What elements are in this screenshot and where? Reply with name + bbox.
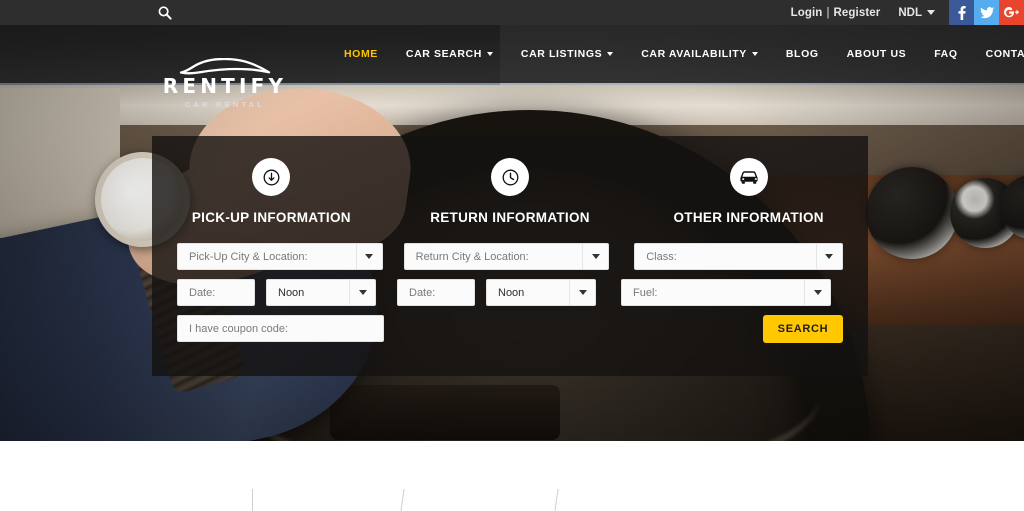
page-root: Login | Register NDL RENTIFY CAR RENTAL … xyxy=(0,0,1024,511)
auth-separator: | xyxy=(826,6,830,19)
nav-label: CAR LISTINGS xyxy=(520,48,603,60)
chevron-down-icon xyxy=(355,244,382,269)
main-navigation: HOME CAR SEARCH CAR LISTINGS CAR AVAILAB… xyxy=(330,25,1024,83)
booking-form: Pick-Up City & Location: Return City & L… xyxy=(177,243,843,352)
pickup-time-select[interactable]: Noon xyxy=(266,279,376,306)
language-label: NDL xyxy=(898,6,922,19)
booking-search-panel: PICK-UP INFORMATION RETURN INFORMATION O… xyxy=(152,136,868,376)
language-selector[interactable]: NDL xyxy=(898,0,935,25)
register-link[interactable]: Register xyxy=(834,7,881,19)
car-front-icon xyxy=(729,158,768,196)
pickup-date-input[interactable]: Date: xyxy=(177,279,255,306)
coupon-code-input[interactable]: I have coupon code: xyxy=(177,315,384,342)
decorative-tick xyxy=(252,489,253,511)
top-utility-bar: Login | Register NDL xyxy=(0,0,1024,25)
fuel-select[interactable]: Fuel: xyxy=(621,279,831,306)
return-date-value: Date: xyxy=(409,286,436,299)
search-button[interactable]: SEARCH xyxy=(763,315,843,343)
chevron-down-icon xyxy=(751,52,758,56)
topbar-right-group: Login | Register NDL xyxy=(791,0,1024,25)
return-time-select[interactable]: Noon xyxy=(486,279,596,306)
search-icon[interactable] xyxy=(157,5,173,21)
decorative-tick xyxy=(400,489,405,511)
column-title: RETURN INFORMATION xyxy=(430,210,590,225)
column-pickup: PICK-UP INFORMATION xyxy=(152,158,391,225)
form-row-1: Pick-Up City & Location: Return City & L… xyxy=(177,243,843,270)
auth-links: Login | Register xyxy=(791,0,889,25)
column-title: PICK-UP INFORMATION xyxy=(191,210,351,225)
decorative-tick xyxy=(554,489,559,511)
chevron-down-icon xyxy=(486,52,493,56)
nav-label: ABOUT US xyxy=(846,48,907,60)
nav-item-car-availability[interactable]: CAR AVAILABILITY xyxy=(627,48,772,60)
nav-item-faq[interactable]: FAQ xyxy=(920,48,971,60)
chevron-down-icon xyxy=(607,52,614,56)
column-return: RETURN INFORMATION xyxy=(391,158,630,225)
return-date-input[interactable]: Date: xyxy=(397,279,475,306)
pickup-date-value: Date: xyxy=(189,286,216,299)
class-select[interactable]: Class: xyxy=(634,243,843,270)
class-value: Class: xyxy=(646,250,677,263)
nav-item-contact-us[interactable]: CONTACT US xyxy=(972,48,1024,60)
chevron-down-icon xyxy=(569,280,595,305)
return-time-value: Noon xyxy=(498,286,525,299)
logo-text: RENTIFY xyxy=(162,74,288,98)
car-silhouette-icon xyxy=(179,58,271,75)
return-location-value: Return City & Location: xyxy=(415,250,529,263)
pickup-location-select[interactable]: Pick-Up City & Location: xyxy=(177,243,383,270)
chevron-down-icon xyxy=(927,10,935,15)
pickup-location-value: Pick-Up City & Location: xyxy=(189,250,308,263)
coupon-code-value: I have coupon code: xyxy=(189,322,289,335)
pickup-time-value: Noon xyxy=(278,286,305,299)
nav-item-about-us[interactable]: ABOUT US xyxy=(833,48,921,60)
chevron-down-icon xyxy=(804,280,830,305)
nav-item-car-listings[interactable]: CAR LISTINGS xyxy=(507,48,627,60)
facebook-icon[interactable] xyxy=(949,0,974,25)
twitter-icon[interactable] xyxy=(974,0,999,25)
nav-item-blog[interactable]: BLOG xyxy=(772,48,833,60)
logo-tagline: CAR RENTAL xyxy=(184,100,266,109)
nav-item-home[interactable]: HOME xyxy=(330,48,392,60)
return-location-select[interactable]: Return City & Location: xyxy=(403,243,610,270)
nav-item-car-search[interactable]: CAR SEARCH xyxy=(392,48,507,60)
chevron-down-icon xyxy=(815,244,842,269)
nav-label: CAR AVAILABILITY xyxy=(641,48,747,60)
chevron-down-icon xyxy=(582,244,608,269)
column-other: OTHER INFORMATION xyxy=(629,158,868,225)
nav-label: FAQ xyxy=(934,48,958,60)
return-clock-icon xyxy=(491,158,529,196)
nav-label: HOME xyxy=(344,48,378,60)
panel-column-headers: PICK-UP INFORMATION RETURN INFORMATION O… xyxy=(152,158,868,225)
logo[interactable]: RENTIFY CAR RENTAL xyxy=(160,58,290,109)
fuel-value: Fuel: xyxy=(633,286,658,299)
form-row-3: I have coupon code: SEARCH xyxy=(177,315,843,343)
site-header: RENTIFY CAR RENTAL HOME CAR SEARCH CAR L… xyxy=(0,25,1024,109)
nav-label: CAR SEARCH xyxy=(405,48,482,60)
column-title: OTHER INFORMATION xyxy=(673,210,824,225)
chevron-down-icon xyxy=(349,280,375,305)
login-link[interactable]: Login xyxy=(791,7,823,19)
google-plus-icon[interactable] xyxy=(999,0,1024,25)
pickup-clock-icon xyxy=(252,158,291,196)
nav-label: CONTACT US xyxy=(985,48,1024,60)
nav-label: BLOG xyxy=(785,48,819,60)
form-row-2: Date: Noon Date: Noon Fuel: xyxy=(177,279,843,306)
content-section-below-hero xyxy=(0,441,1024,511)
